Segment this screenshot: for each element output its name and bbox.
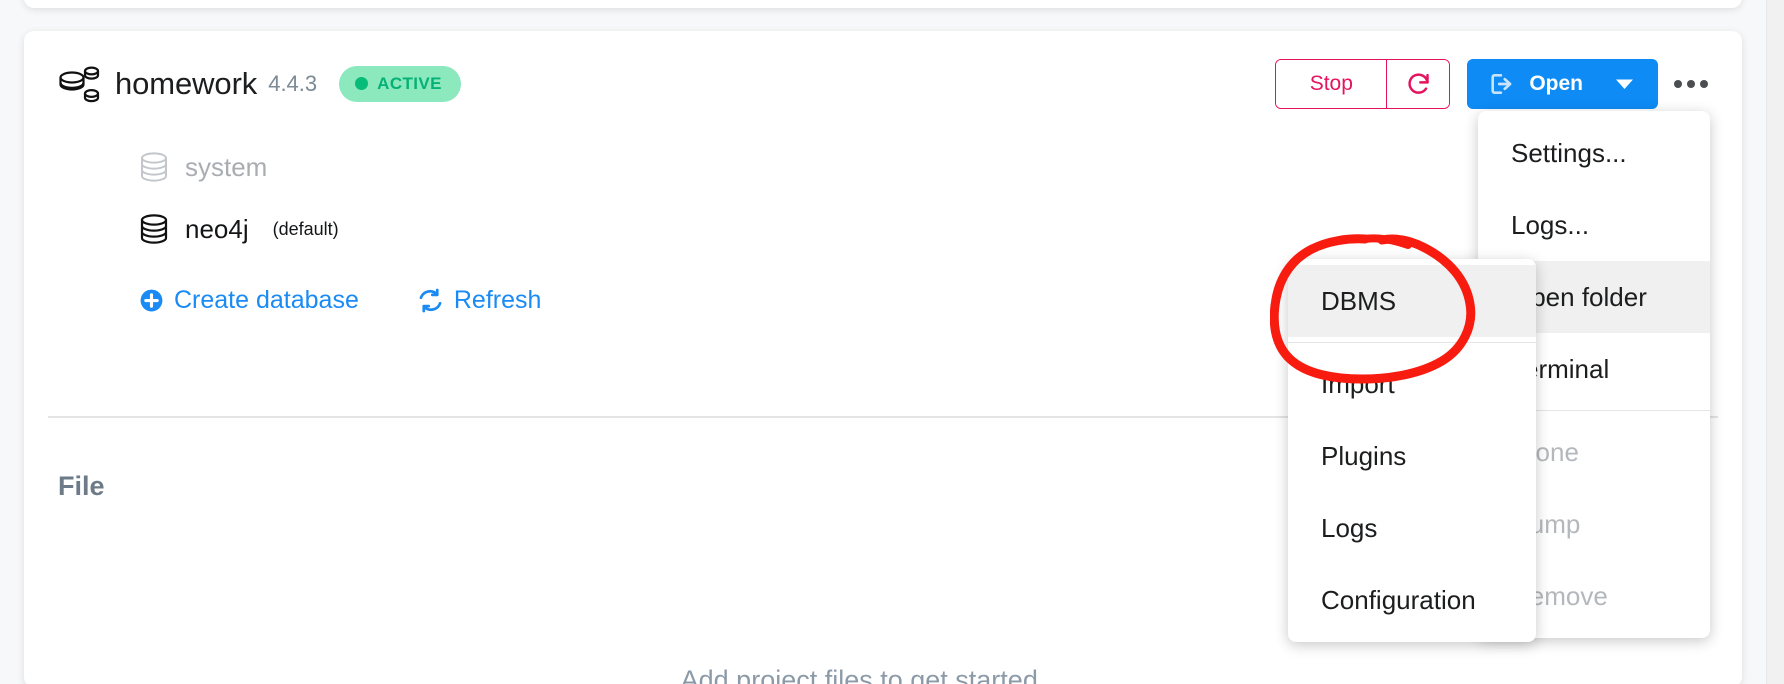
ellipsis-icon — [1687, 79, 1695, 88]
open-dropdown-toggle[interactable] — [1601, 59, 1658, 109]
vertical-scrollbar[interactable] — [1766, 0, 1784, 684]
status-dot-icon — [355, 77, 369, 90]
submenu-item-dbms[interactable]: DBMS — [1288, 265, 1536, 337]
create-database-button[interactable]: Create database — [139, 286, 359, 315]
restart-icon — [1408, 73, 1429, 94]
restart-button[interactable] — [1386, 59, 1450, 108]
app-root: homework 4.4.3 ACTIVE Stop Open system n… — [0, 0, 1784, 684]
refresh-icon — [419, 288, 442, 313]
chevron-down-icon — [1616, 79, 1633, 89]
ellipsis-icon — [1700, 79, 1708, 88]
plus-circle-icon — [140, 289, 163, 312]
databases-icon — [59, 65, 100, 102]
ellipsis-icon — [1674, 79, 1682, 88]
status-label: ACTIVE — [377, 73, 442, 93]
submenu-item-plugins[interactable]: Plugins — [1288, 420, 1536, 492]
database-icon — [141, 152, 167, 182]
database-name: neo4j — [185, 213, 249, 244]
stop-button[interactable]: Stop — [1276, 59, 1387, 108]
database-name: system — [185, 151, 268, 182]
database-default-tag: (default) — [272, 218, 339, 239]
project-version: 4.4.3 — [268, 70, 318, 96]
open-external-icon — [1491, 73, 1512, 94]
submenu-item-import[interactable]: Import — [1288, 348, 1536, 420]
stop-button-group: Stop — [1275, 58, 1451, 109]
more-options-button[interactable] — [1668, 61, 1714, 107]
submenu-item-configuration[interactable]: Configuration — [1288, 564, 1536, 636]
database-icon — [140, 214, 168, 244]
refresh-button[interactable]: Refresh — [417, 286, 542, 315]
previous-project-card — [24, 0, 1742, 8]
create-database-label: Create database — [174, 286, 359, 314]
status-badge: ACTIVE — [339, 65, 461, 102]
refresh-label: Refresh — [453, 286, 542, 314]
open-button-group[interactable]: Open — [1467, 58, 1658, 109]
submenu-item-logs[interactable]: Logs — [1288, 492, 1536, 564]
submenu-separator — [1288, 342, 1536, 343]
header-actions: Stop Open — [1275, 58, 1714, 109]
file-empty-message: Add project files to get started. — [680, 665, 1046, 684]
project-title-group: homework 4.4.3 ACTIVE — [58, 64, 461, 104]
file-section-title: File — [58, 470, 105, 501]
project-name: homework — [115, 66, 258, 101]
open-submenu: DBMS Import Plugins Logs Configuration — [1288, 259, 1536, 642]
open-button-label: Open — [1529, 71, 1583, 95]
menu-item-logs[interactable]: Logs... — [1478, 189, 1710, 261]
open-button[interactable]: Open — [1467, 59, 1601, 109]
menu-item-settings[interactable]: Settings... — [1478, 117, 1710, 189]
